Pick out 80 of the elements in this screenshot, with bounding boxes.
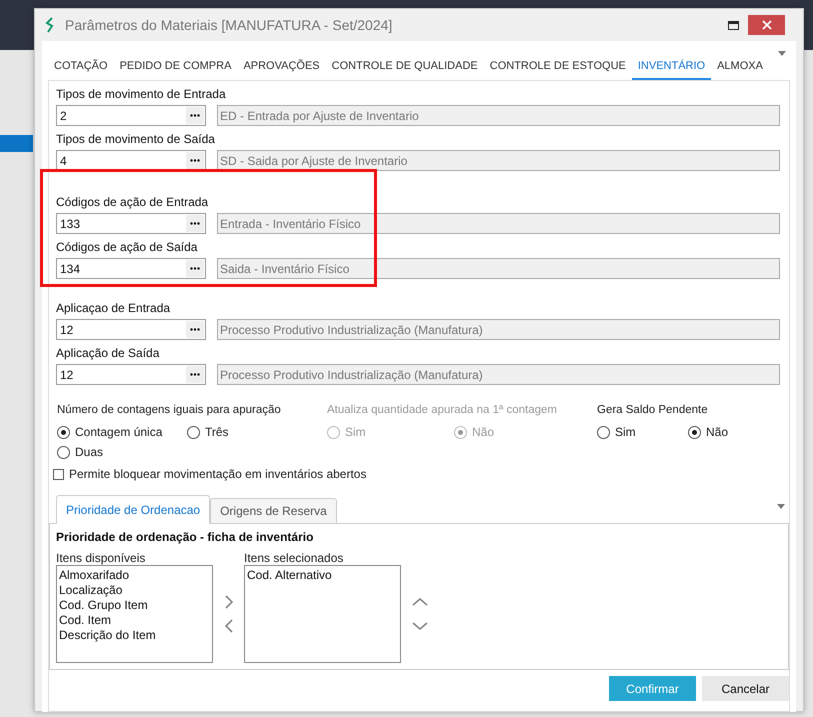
tab[interactable]: COTAÇÃO xyxy=(48,54,114,80)
description-field: Saida - Inventário Físico xyxy=(217,258,780,279)
checkbox[interactable] xyxy=(53,468,64,480)
subtab[interactable]: Prioridade de Ordenacao xyxy=(56,495,210,524)
tab[interactable]: CONTROLE DE QUALIDADE xyxy=(326,54,484,80)
tab[interactable]: APROVAÇÕES xyxy=(237,54,326,80)
tab[interactable]: ALMOXA xyxy=(711,54,769,80)
ellipsis-icon xyxy=(190,328,200,331)
tab[interactable]: PEDIDO DE COMPRA xyxy=(114,54,238,80)
code-field[interactable]: 12 xyxy=(56,319,206,340)
selected-row-highlight xyxy=(0,135,33,152)
field-label: Tipos de movimento de Entrada xyxy=(56,86,227,102)
checkbox-label: Permite bloquear movimentação em inventários abertos xyxy=(69,466,366,483)
radio-button[interactable] xyxy=(57,446,70,458)
radio-label: Contagem única xyxy=(75,425,162,439)
list-label: Itens selecionados xyxy=(244,551,344,565)
field-label: Códigos de ação de Saída xyxy=(56,239,198,255)
ellipsis-icon xyxy=(190,267,200,270)
close-button[interactable] xyxy=(748,15,785,35)
dropdown-arrow-icon xyxy=(777,504,785,509)
tab[interactable]: CONTROLE DE ESTOQUE xyxy=(484,54,632,80)
lookup-button[interactable] xyxy=(186,215,204,232)
maximize-icon xyxy=(728,20,738,30)
list-item[interactable]: Almoxarifado xyxy=(57,568,212,583)
description-field: SD - Saida por Ajuste de Inventario xyxy=(217,150,780,171)
field-label: Aplicaçao de Entrada xyxy=(56,300,172,316)
list-label: Itens disponíveis xyxy=(56,551,146,565)
radio-label: Não xyxy=(472,425,494,439)
close-icon xyxy=(762,20,772,30)
code-field[interactable]: 2 xyxy=(56,105,206,126)
dropdown-arrow-icon xyxy=(778,51,786,56)
description-field: Processo Produtivo Industrialização (Manufatura) xyxy=(217,364,780,385)
radio-button[interactable] xyxy=(187,426,200,438)
radio-label: Sim xyxy=(615,425,636,439)
group-title: Atualiza quantidade apurada na 1ª contagem xyxy=(327,403,558,417)
lookup-button[interactable] xyxy=(186,321,204,338)
radio-button[interactable] xyxy=(688,426,701,438)
list-item[interactable]: Cod. Grupo Item xyxy=(57,598,212,613)
lookup-button[interactable] xyxy=(186,260,204,277)
description-field: Processo Produtivo Industrialização (Manufatura) xyxy=(217,319,780,340)
code-field[interactable]: 12 xyxy=(56,364,206,385)
ellipsis-icon xyxy=(190,373,200,376)
subtab[interactable]: Origens de Reserva xyxy=(210,498,337,524)
ellipsis-icon xyxy=(190,114,200,117)
section-title: Prioridade de ordenação - ficha de inventário xyxy=(56,529,314,546)
lookup-button[interactable] xyxy=(186,366,204,383)
list-box[interactable]: Cod. Alternativo xyxy=(244,565,401,663)
move-left-icon[interactable] xyxy=(224,619,232,633)
radio-button[interactable] xyxy=(57,426,70,438)
radio-button[interactable] xyxy=(597,426,610,438)
radio-label: Duas xyxy=(75,445,104,459)
code-field[interactable]: 133 xyxy=(56,213,206,234)
field-label: Aplicação de Saída xyxy=(56,345,160,361)
list-item[interactable]: Cod. Item xyxy=(57,613,212,628)
move-right-icon[interactable] xyxy=(224,595,232,609)
cancel-button[interactable]: Cancelar xyxy=(702,676,789,701)
field-label: Códigos de ação de Entrada xyxy=(56,194,210,210)
lookup-button[interactable] xyxy=(186,107,204,124)
description-field: Entrada - Inventário Físico xyxy=(217,213,780,234)
radio-label: Não xyxy=(706,425,728,439)
logo-icon xyxy=(45,17,55,33)
code-field[interactable]: 134 xyxy=(56,258,206,279)
list-box[interactable]: Almoxarifado Localização Cod. Grupo Item Cod. Item Descrição do Item xyxy=(56,565,213,663)
list-item[interactable]: Cod. Alternativo xyxy=(245,568,400,583)
description-field: ED - Entrada por Ajuste de Inventario xyxy=(217,105,780,126)
ellipsis-icon xyxy=(190,159,200,162)
lookup-button[interactable] xyxy=(186,152,204,169)
window-title: Parâmetros do Materiais [MANUFATURA - Set/2024] xyxy=(65,16,392,35)
move-down-icon[interactable] xyxy=(412,622,428,630)
move-up-icon[interactable] xyxy=(412,598,428,606)
radio-label: Três xyxy=(205,425,229,439)
list-item[interactable]: Descrição do Item xyxy=(57,628,212,643)
code-field[interactable]: 4 xyxy=(56,150,206,171)
radio-label: Sim xyxy=(345,425,366,439)
group-title: Número de contagens iguais para apuração xyxy=(57,403,282,417)
ellipsis-icon xyxy=(190,222,200,225)
group-title: Gera Saldo Pendente xyxy=(597,403,709,417)
tab[interactable]: INVENTÁRIO xyxy=(632,54,712,80)
field-label: Tipos de movimento de Saída xyxy=(56,131,216,147)
list-item[interactable]: Localização xyxy=(57,583,212,598)
